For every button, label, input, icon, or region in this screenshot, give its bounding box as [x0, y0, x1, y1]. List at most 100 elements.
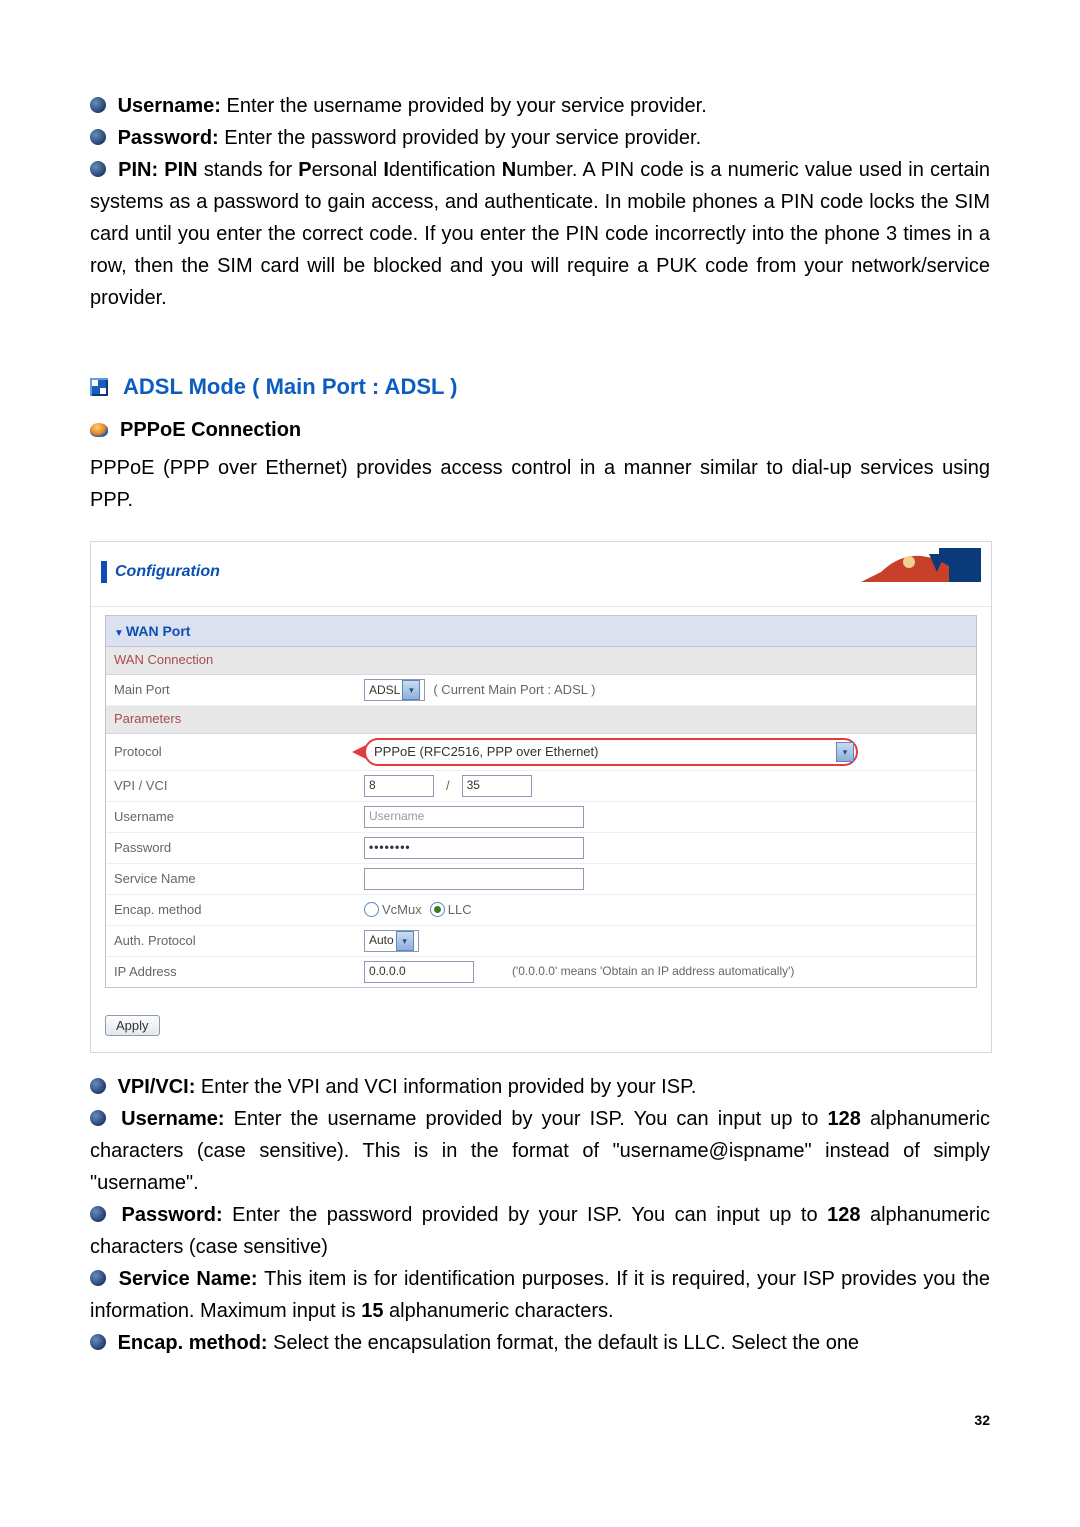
- parameters-header: Parameters: [106, 706, 976, 734]
- pin-t4: umber. A PIN code is a numeric value use…: [90, 159, 990, 309]
- post-encap-line: Encap. method: Select the encapsulation …: [90, 1327, 990, 1359]
- username-input[interactable]: Username: [364, 806, 584, 828]
- username-line: Username: Enter the username provided by…: [90, 90, 990, 122]
- encap-label: Encap. method: [114, 900, 364, 921]
- dropdown-arrow-icon: ▾: [836, 742, 854, 762]
- username-text: Enter the username provided by your serv…: [227, 95, 707, 117]
- auth-select[interactable]: Auto ▾: [364, 930, 419, 952]
- pin-p: P: [298, 159, 311, 181]
- vpi-input[interactable]: 8: [364, 775, 434, 797]
- vci-input[interactable]: 35: [462, 775, 532, 797]
- apply-button[interactable]: Apply: [105, 1015, 160, 1036]
- service-name-label: Service Name: [114, 869, 364, 890]
- ip-hint: ('0.0.0.0' means 'Obtain an IP address a…: [512, 962, 794, 981]
- post-service-t2: alphanumeric characters.: [383, 1300, 613, 1322]
- dropdown-arrow-icon: ▾: [396, 931, 414, 951]
- blue-bar-icon: [101, 561, 107, 583]
- vpivci-row: VPI / VCI 8 / 35: [106, 771, 976, 802]
- configuration-panel: Configuration ▼WAN Port WAN Connection M…: [90, 541, 992, 1053]
- caret-down-icon: ▼: [114, 628, 124, 639]
- auth-value: Auto: [369, 931, 394, 950]
- bullet-icon: [90, 1334, 106, 1350]
- logo-icon: [861, 548, 981, 596]
- username-row: Username Username: [106, 802, 976, 833]
- post-text-area: VPI/VCI: Enter the VPI and VCI informati…: [90, 1071, 990, 1359]
- encap-vcmux-radio[interactable]: VcMux: [364, 900, 422, 921]
- post-password-line: Password: Enter the password provided by…: [90, 1199, 990, 1263]
- protocol-label: Protocol: [114, 742, 364, 763]
- service-name-input[interactable]: [364, 868, 584, 890]
- post-password-t1: Enter the password provided by your ISP.…: [232, 1204, 827, 1226]
- password-input[interactable]: ••••••••: [364, 837, 584, 859]
- post-vpivci-label: VPI/VCI:: [118, 1076, 201, 1098]
- bullet-icon: [90, 1110, 106, 1126]
- square-bullet-icon: [90, 378, 108, 396]
- password-text: Enter the password provided by your serv…: [224, 127, 701, 149]
- subsection-title: PPPoE Connection: [120, 414, 301, 446]
- bullet-icon: [90, 161, 106, 177]
- section-heading: ADSL Mode ( Main Port : ADSL ): [90, 369, 990, 404]
- protocol-row: Protocol PPPoE (RFC2516, PPP over Ethern…: [106, 734, 976, 771]
- auth-label: Auth. Protocol: [114, 931, 364, 952]
- protocol-select[interactable]: PPPoE (RFC2516, PPP over Ethernet) ▾: [364, 738, 858, 766]
- password-label: Password:: [118, 127, 225, 149]
- post-service-label: Service Name:: [119, 1268, 265, 1290]
- ip-input[interactable]: 0.0.0.0: [364, 961, 474, 983]
- post-vpivci-text: Enter the VPI and VCI information provid…: [201, 1076, 696, 1098]
- config-header: Configuration: [91, 542, 991, 607]
- wan-port-label: WAN Port: [126, 623, 191, 639]
- ip-row: IP Address 0.0.0.0 ('0.0.0.0' means 'Obt…: [106, 957, 976, 987]
- service-name-row: Service Name: [106, 864, 976, 895]
- page-number: 32: [90, 1409, 990, 1431]
- encap-row: Encap. method VcMux LLC: [106, 895, 976, 926]
- main-port-select[interactable]: ADSL ▾: [364, 679, 425, 701]
- protocol-value: PPPoE (RFC2516, PPP over Ethernet): [374, 742, 834, 763]
- post-encap-label: Encap. method:: [118, 1332, 274, 1354]
- config-title: Configuration: [115, 559, 220, 585]
- ip-label: IP Address: [114, 962, 364, 983]
- radio-icon: [364, 902, 379, 917]
- vpivci-label: VPI / VCI: [114, 776, 364, 797]
- wan-connection-header: WAN Connection: [106, 647, 976, 675]
- radio-checked-icon: [430, 902, 445, 917]
- post-username-128: 128: [827, 1108, 860, 1130]
- main-port-row: Main Port ADSL ▾ ( Current Main Port : A…: [106, 675, 976, 706]
- post-password-128: 128: [827, 1204, 860, 1226]
- password-field-label: Password: [114, 838, 364, 859]
- content-area: Username: Enter the username provided by…: [90, 90, 990, 1431]
- post-password-label: Password:: [122, 1204, 233, 1226]
- pin-t3: dentification: [389, 159, 502, 181]
- password-row: Password ••••••••: [106, 833, 976, 864]
- username-label: Username:: [118, 95, 227, 117]
- subsection: PPPoE Connection: [90, 414, 990, 446]
- orb-bullet-icon: [90, 423, 108, 437]
- post-username-line: Username: Enter the username provided by…: [90, 1103, 990, 1199]
- pin-n: N: [502, 159, 516, 181]
- post-service-15: 15: [361, 1300, 383, 1322]
- bullet-icon: [90, 97, 106, 113]
- post-username-label: Username:: [121, 1108, 234, 1130]
- encap-llc-radio[interactable]: LLC: [430, 900, 472, 921]
- pin-t1: stands for: [204, 159, 299, 181]
- config-title-wrap: Configuration: [101, 559, 220, 585]
- bullet-icon: [90, 1270, 106, 1286]
- vpivci-separator: /: [446, 776, 450, 797]
- bullet-icon: [90, 129, 106, 145]
- encap-llc-label: LLC: [448, 900, 472, 921]
- pin-line: PIN: PIN stands for Personal Identificat…: [90, 154, 990, 314]
- dropdown-arrow-icon: ▾: [402, 680, 420, 700]
- post-encap-text: Select the encapsulation format, the def…: [273, 1332, 859, 1354]
- section-desc: PPPoE (PPP over Ethernet) provides acces…: [90, 452, 990, 516]
- main-port-label: Main Port: [114, 680, 364, 701]
- main-port-value: ADSL: [369, 681, 400, 700]
- post-service-line: Service Name: This item is for identific…: [90, 1263, 990, 1327]
- bullet-icon: [90, 1078, 106, 1094]
- post-vpivci-line: VPI/VCI: Enter the VPI and VCI informati…: [90, 1071, 990, 1103]
- pin-t2: ersonal: [312, 159, 384, 181]
- password-line: Password: Enter the password provided by…: [90, 122, 990, 154]
- wan-port-header[interactable]: ▼WAN Port: [106, 616, 976, 647]
- apply-wrap: Apply: [91, 1000, 991, 1052]
- pin-label: PIN: PIN: [118, 159, 204, 181]
- section-title: ADSL Mode ( Main Port : ADSL ): [123, 369, 457, 404]
- username-field-label: Username: [114, 807, 364, 828]
